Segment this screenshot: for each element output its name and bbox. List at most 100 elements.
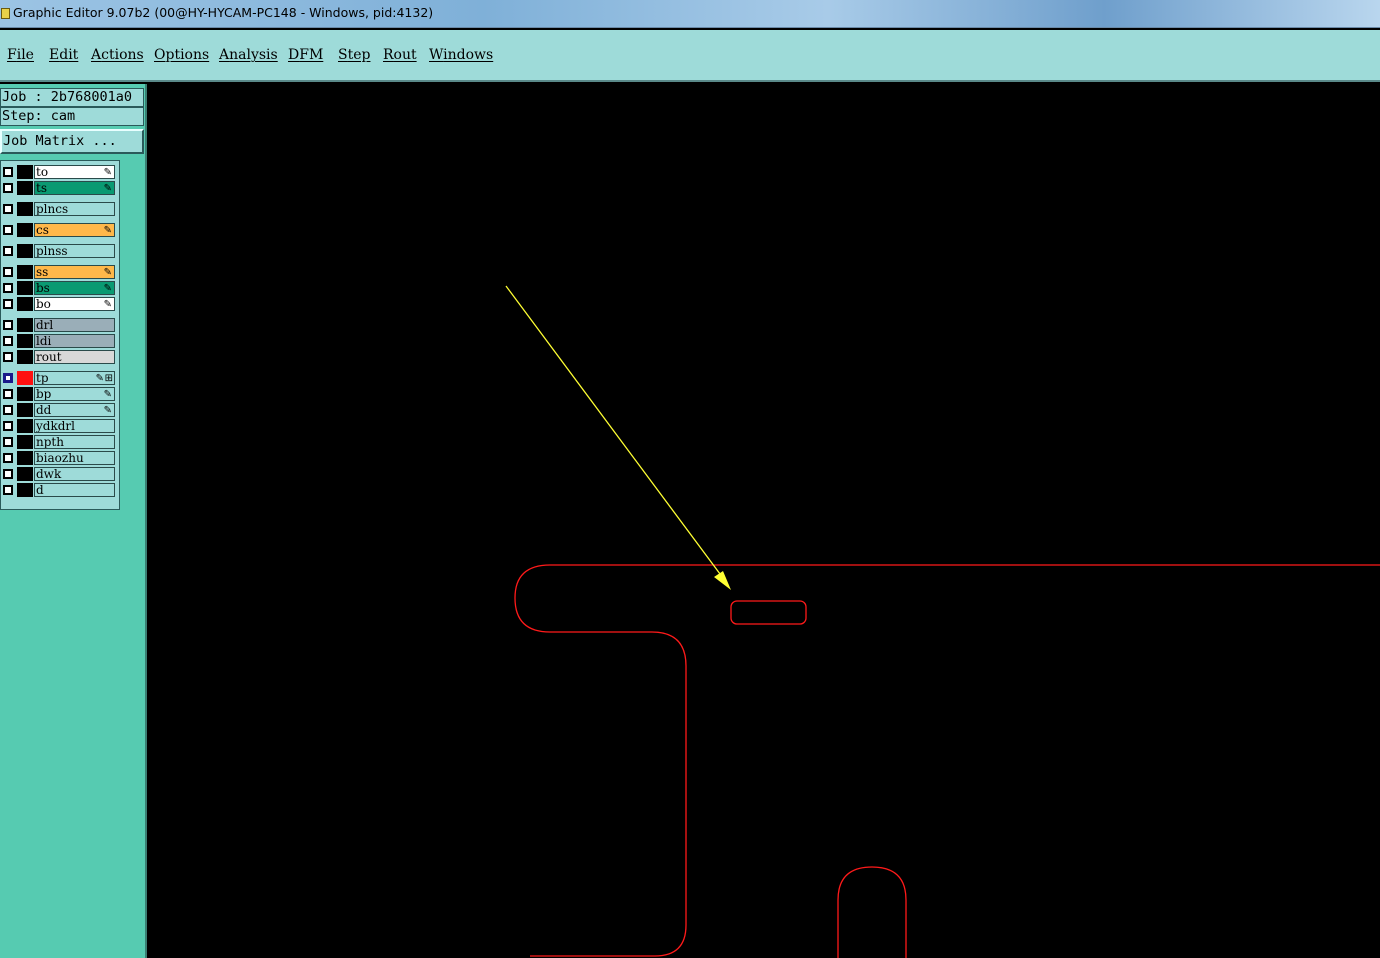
menu-analysis[interactable]: Analysis: [219, 47, 278, 63]
layer-row-d[interactable]: d: [1, 483, 119, 497]
layer-name[interactable]: tp ✎ ⊞: [34, 371, 115, 385]
layer-row-drl[interactable]: drl: [1, 318, 119, 332]
layer-name[interactable]: dwk: [34, 467, 115, 481]
layer-color-swatch[interactable]: [17, 202, 33, 216]
app-icon: [1, 8, 10, 19]
layer-color-swatch[interactable]: [17, 387, 33, 401]
menu-edit[interactable]: Edit: [49, 47, 78, 63]
layer-row-cs[interactable]: cs ✎: [1, 223, 119, 237]
layer-name[interactable]: rout: [34, 350, 115, 364]
layer-checkbox[interactable]: [3, 204, 13, 214]
layer-checkbox[interactable]: [3, 389, 13, 399]
layer-color-swatch[interactable]: [17, 435, 33, 449]
layer-name[interactable]: biaozhu: [34, 451, 115, 465]
layer-color-swatch[interactable]: [17, 371, 33, 385]
layer-color-swatch[interactable]: [17, 265, 33, 279]
layer-row-ydkdrl[interactable]: ydkdrl: [1, 419, 119, 433]
layer-checkbox[interactable]: [3, 437, 13, 447]
layer-color-swatch[interactable]: [17, 451, 33, 465]
layer-checkbox[interactable]: [3, 267, 13, 277]
menu-options[interactable]: Options: [154, 47, 209, 63]
layer-name[interactable]: bp ✎: [34, 387, 115, 401]
layer-row-dwk[interactable]: dwk: [1, 467, 119, 481]
layer-color-swatch[interactable]: [17, 223, 33, 237]
layer-name-text: bo: [36, 297, 51, 311]
layer-row-ts[interactable]: ts ✎: [1, 181, 119, 195]
layer-row-npth[interactable]: npth: [1, 435, 119, 449]
layer-name[interactable]: plncs: [34, 202, 115, 216]
layer-row-plncs[interactable]: plncs: [1, 202, 119, 216]
layer-checkbox[interactable]: [3, 225, 13, 235]
layer-checkbox[interactable]: [3, 246, 13, 256]
layer-color-swatch[interactable]: [17, 165, 33, 179]
layer-name[interactable]: npth: [34, 435, 115, 449]
annotation-arrow-line: [505, 285, 727, 583]
menu-rout[interactable]: Rout: [383, 47, 417, 63]
layer-name[interactable]: ss ✎: [34, 265, 115, 279]
layer-checkbox[interactable]: [3, 469, 13, 479]
menu-file[interactable]: File: [7, 47, 34, 63]
layer-row-bp[interactable]: bp ✎: [1, 387, 119, 401]
graphic-canvas[interactable]: [147, 84, 1380, 958]
layer-color-swatch[interactable]: [17, 334, 33, 348]
layer-row-ss[interactable]: ss ✎: [1, 265, 119, 279]
layer-row-ldi[interactable]: ldi: [1, 334, 119, 348]
layer-checkbox[interactable]: [3, 485, 13, 495]
layer-name[interactable]: plnss: [34, 244, 115, 258]
layer-color-swatch[interactable]: [17, 483, 33, 497]
layer-color-swatch[interactable]: [17, 467, 33, 481]
layer-name-text: ydkdrl: [36, 419, 75, 433]
layer-name[interactable]: ydkdrl: [34, 419, 115, 433]
menu-actions[interactable]: Actions: [91, 47, 144, 63]
layer-name[interactable]: bs ✎: [34, 281, 115, 295]
menu-dfm[interactable]: DFM: [288, 47, 323, 63]
menu-step[interactable]: Step: [338, 47, 370, 63]
layer-checkbox[interactable]: [3, 352, 13, 362]
layer-checkbox[interactable]: [3, 405, 13, 415]
layer-name-text: plnss: [36, 244, 68, 258]
layer-name[interactable]: ldi: [34, 334, 115, 348]
layer-name[interactable]: ts ✎: [34, 181, 115, 195]
layer-row-plnss[interactable]: plnss: [1, 244, 119, 258]
layer-name[interactable]: bo ✎: [34, 297, 115, 311]
layer-name[interactable]: dd ✎: [34, 403, 115, 417]
layer-checkbox[interactable]: [3, 421, 13, 431]
layer-row-dd[interactable]: dd ✎: [1, 403, 119, 417]
layer-color-swatch[interactable]: [17, 350, 33, 364]
layer-name-text: to: [36, 165, 49, 179]
layer-checkbox[interactable]: [3, 183, 13, 193]
layer-checkbox[interactable]: [3, 299, 13, 309]
layer-name-text: biaozhu: [36, 451, 84, 465]
layer-row-bs[interactable]: bs ✎: [1, 281, 119, 295]
layer-checkbox[interactable]: [3, 167, 13, 177]
layer-checkbox[interactable]: [3, 320, 13, 330]
layer-name[interactable]: to ✎: [34, 165, 115, 179]
layer-name[interactable]: d: [34, 483, 115, 497]
layer-name[interactable]: cs ✎: [34, 223, 115, 237]
layer-panel: Job : 2b768001a0 Step: cam Job Matrix ..…: [0, 84, 147, 958]
layer-color-swatch[interactable]: [17, 281, 33, 295]
layer-checkbox[interactable]: [3, 373, 13, 383]
layer-color-swatch[interactable]: [17, 297, 33, 311]
layer-color-swatch[interactable]: [17, 244, 33, 258]
layer-checkbox[interactable]: [3, 453, 13, 463]
layer-name[interactable]: drl: [34, 318, 115, 332]
pencil-icon: ✎: [103, 267, 112, 278]
job-matrix-button[interactable]: Job Matrix ...: [0, 129, 144, 154]
layer-row-to[interactable]: to ✎: [1, 165, 119, 179]
layer-checkbox[interactable]: [3, 283, 13, 293]
layer-row-rout[interactable]: rout: [1, 350, 119, 364]
layer-color-swatch[interactable]: [17, 181, 33, 195]
layer-color-swatch[interactable]: [17, 419, 33, 433]
layer-checkbox[interactable]: [3, 336, 13, 346]
layer-row-bo[interactable]: bo ✎: [1, 297, 119, 311]
layer-name-text: bs: [36, 281, 50, 295]
menu-windows[interactable]: Windows: [429, 47, 493, 63]
layer-color-swatch[interactable]: [17, 403, 33, 417]
layer-row-biaozhu[interactable]: biaozhu: [1, 451, 119, 465]
layer-color-swatch[interactable]: [17, 318, 33, 332]
layer-row-tp[interactable]: tp ✎ ⊞: [1, 371, 119, 385]
annotation-arrow-head: [714, 571, 731, 590]
window-title-bar[interactable]: Graphic Editor 9.07b2 (00@HY-HYCAM-PC148…: [0, 0, 1380, 28]
layer-name-text: bp: [36, 387, 52, 401]
